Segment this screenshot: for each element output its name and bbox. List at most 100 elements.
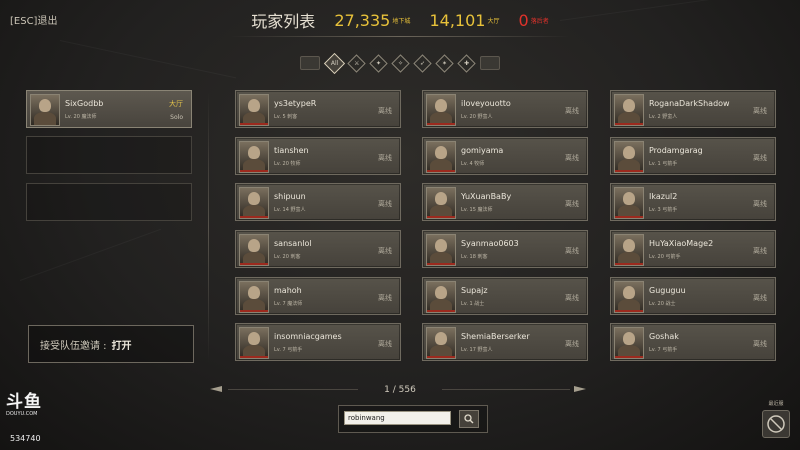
player-card[interactable]: sansanlol Lv. 20 刺客 离线 bbox=[235, 230, 401, 268]
player-level-class: Lv. 15 魔法师 bbox=[461, 207, 493, 213]
player-card[interactable]: Prodamgarag Lv. 1 弓箭手 离线 bbox=[610, 137, 776, 175]
player-name: tianshen bbox=[274, 146, 309, 155]
invite-toggle[interactable]: 打开 bbox=[112, 337, 132, 352]
page-title: 玩家列表 bbox=[251, 12, 316, 31]
player-portrait bbox=[239, 281, 269, 313]
player-portrait bbox=[426, 94, 456, 126]
player-name: SixGodbb bbox=[65, 99, 104, 108]
class-wizard-icon[interactable]: ✶ bbox=[434, 53, 454, 73]
player-status: 离线 bbox=[753, 154, 767, 162]
dungeon-label: 地下城 bbox=[392, 17, 411, 25]
player-name: Prodamgarag bbox=[649, 146, 703, 155]
player-level-class: Lv. 5 刺客 bbox=[274, 114, 298, 120]
header-divider bbox=[230, 36, 570, 37]
player-mode: Solo bbox=[170, 114, 183, 121]
player-status: 离线 bbox=[753, 200, 767, 208]
player-status: 离线 bbox=[565, 107, 579, 115]
player-status: 离线 bbox=[753, 107, 767, 115]
player-level-class: Lv. 20 战士 bbox=[649, 301, 676, 307]
player-status: 离线 bbox=[378, 107, 392, 115]
player-portrait bbox=[614, 187, 644, 219]
player-name: iloveyouotto bbox=[461, 99, 511, 108]
player-level-class: Lv. 7 弓箭手 bbox=[649, 347, 678, 353]
player-portrait bbox=[239, 187, 269, 219]
player-card[interactable]: HuYaXiaoMage2 Lv. 20 弓箭手 离线 bbox=[610, 230, 776, 268]
player-card[interactable]: Goshak Lv. 7 弓箭手 离线 bbox=[610, 323, 776, 361]
player-name: gomiyama bbox=[461, 146, 504, 155]
next-page-arrow-icon[interactable] bbox=[574, 386, 588, 392]
player-name: insomniacgames bbox=[274, 332, 342, 341]
player-level-class: Lv. 14 野蛮人 bbox=[274, 207, 306, 213]
player-portrait bbox=[426, 141, 456, 173]
player-card[interactable]: RoganaDarkShadow Lv. 2 野蛮人 离线 bbox=[610, 90, 776, 128]
player-card[interactable]: Supajz Lv. 1 战士 离线 bbox=[422, 277, 588, 315]
logo-main: 斗鱼 bbox=[6, 392, 42, 412]
player-status: 离线 bbox=[378, 340, 392, 348]
player-status: 离线 bbox=[378, 200, 392, 208]
search-input[interactable] bbox=[344, 411, 451, 425]
player-portrait bbox=[614, 94, 644, 126]
search-button[interactable] bbox=[459, 410, 479, 428]
player-card[interactable]: ShemiaBerserker Lv. 17 野蛮人 离线 bbox=[422, 323, 588, 361]
filter-all-icon[interactable]: All bbox=[323, 52, 345, 74]
player-name: Guguguu bbox=[649, 286, 686, 295]
class-fighter-icon[interactable]: ⚔ bbox=[346, 53, 366, 73]
player-level-class: Lv. 20 牧师 bbox=[274, 161, 301, 167]
player-portrait bbox=[426, 187, 456, 219]
filter-prev-button[interactable] bbox=[300, 56, 320, 70]
filter-next-button[interactable] bbox=[480, 56, 500, 70]
player-card[interactable]: YuXuanBaBy Lv. 15 魔法师 离线 bbox=[422, 183, 588, 221]
player-name: ys3etypeR bbox=[274, 99, 317, 108]
party-empty-slot[interactable] bbox=[26, 136, 192, 174]
player-portrait bbox=[426, 234, 456, 266]
player-name: Syanmao0603 bbox=[461, 239, 519, 248]
player-card[interactable]: tianshen Lv. 20 牧师 离线 bbox=[235, 137, 401, 175]
player-level-class: Lv. 7 弓箭手 bbox=[274, 347, 303, 353]
page-indicator: 1 / 556 bbox=[384, 385, 416, 395]
player-card[interactable]: gomiyama Lv. 4 牧师 离线 bbox=[422, 137, 588, 175]
player-card[interactable]: Syanmao0603 Lv. 18 刺客 离线 bbox=[422, 230, 588, 268]
player-card[interactable]: Guguguu Lv. 20 战士 离线 bbox=[610, 277, 776, 315]
class-cleric-icon[interactable]: ✚ bbox=[456, 53, 476, 73]
player-name: RoganaDarkShadow bbox=[649, 99, 730, 108]
player-card[interactable]: iloveyouotto Lv. 20 野蛮人 离线 bbox=[422, 90, 588, 128]
shortcut-label: 最近服 bbox=[768, 401, 784, 407]
player-card[interactable]: shipuun Lv. 14 野蛮人 离线 bbox=[235, 183, 401, 221]
player-portrait bbox=[614, 281, 644, 313]
class-barbarian-icon[interactable]: ✦ bbox=[368, 53, 388, 73]
player-level-class: Lv. 20 弓箭手 bbox=[649, 254, 681, 260]
player-name: sansanlol bbox=[274, 239, 312, 248]
no-entry-icon bbox=[767, 415, 785, 433]
player-location: 大厅 bbox=[169, 100, 183, 108]
party-empty-slot[interactable] bbox=[26, 183, 192, 221]
player-name: shipuun bbox=[274, 192, 306, 201]
party-member-slot[interactable]: SixGodbb Lv. 20 魔法师 大厅 Solo bbox=[26, 90, 192, 128]
player-card[interactable]: Ikazul2 Lv. 3 弓箭手 离线 bbox=[610, 183, 776, 221]
player-portrait bbox=[426, 327, 456, 359]
player-status: 离线 bbox=[565, 200, 579, 208]
dungeon-count: 27,335 bbox=[334, 10, 391, 30]
player-card[interactable]: ys3etypeR Lv. 5 刺客 离线 bbox=[235, 90, 401, 128]
player-card[interactable]: mahoh Lv. 7 魔法师 离线 bbox=[235, 277, 401, 315]
player-list-header: 玩家列表 27,335 地下城 14,101 大厅 0 落后者 bbox=[0, 8, 800, 32]
class-rogue-icon[interactable]: ✧ bbox=[390, 53, 410, 73]
player-status: 离线 bbox=[753, 294, 767, 302]
player-status: 离线 bbox=[753, 340, 767, 348]
player-card[interactable]: insomniacgames Lv. 7 弓箭手 离线 bbox=[235, 323, 401, 361]
player-level-class: Lv. 20 野蛮人 bbox=[461, 114, 493, 120]
player-status: 离线 bbox=[565, 247, 579, 255]
pagination-line bbox=[442, 389, 570, 390]
logo-sub: DOUYU.COM bbox=[6, 411, 38, 417]
player-name: mahoh bbox=[274, 286, 302, 295]
lobby-label: 大厅 bbox=[487, 17, 500, 25]
class-ranger-icon[interactable]: ➶ bbox=[412, 53, 432, 73]
room-id: 534740 bbox=[10, 434, 41, 443]
player-level-class: Lv. 1 战士 bbox=[461, 301, 485, 307]
player-status: 离线 bbox=[565, 154, 579, 162]
player-portrait bbox=[239, 327, 269, 359]
recent-server-button[interactable] bbox=[762, 410, 790, 438]
player-portrait bbox=[239, 234, 269, 266]
player-portrait bbox=[614, 141, 644, 173]
player-status: 离线 bbox=[378, 294, 392, 302]
player-name: Supajz bbox=[461, 286, 488, 295]
